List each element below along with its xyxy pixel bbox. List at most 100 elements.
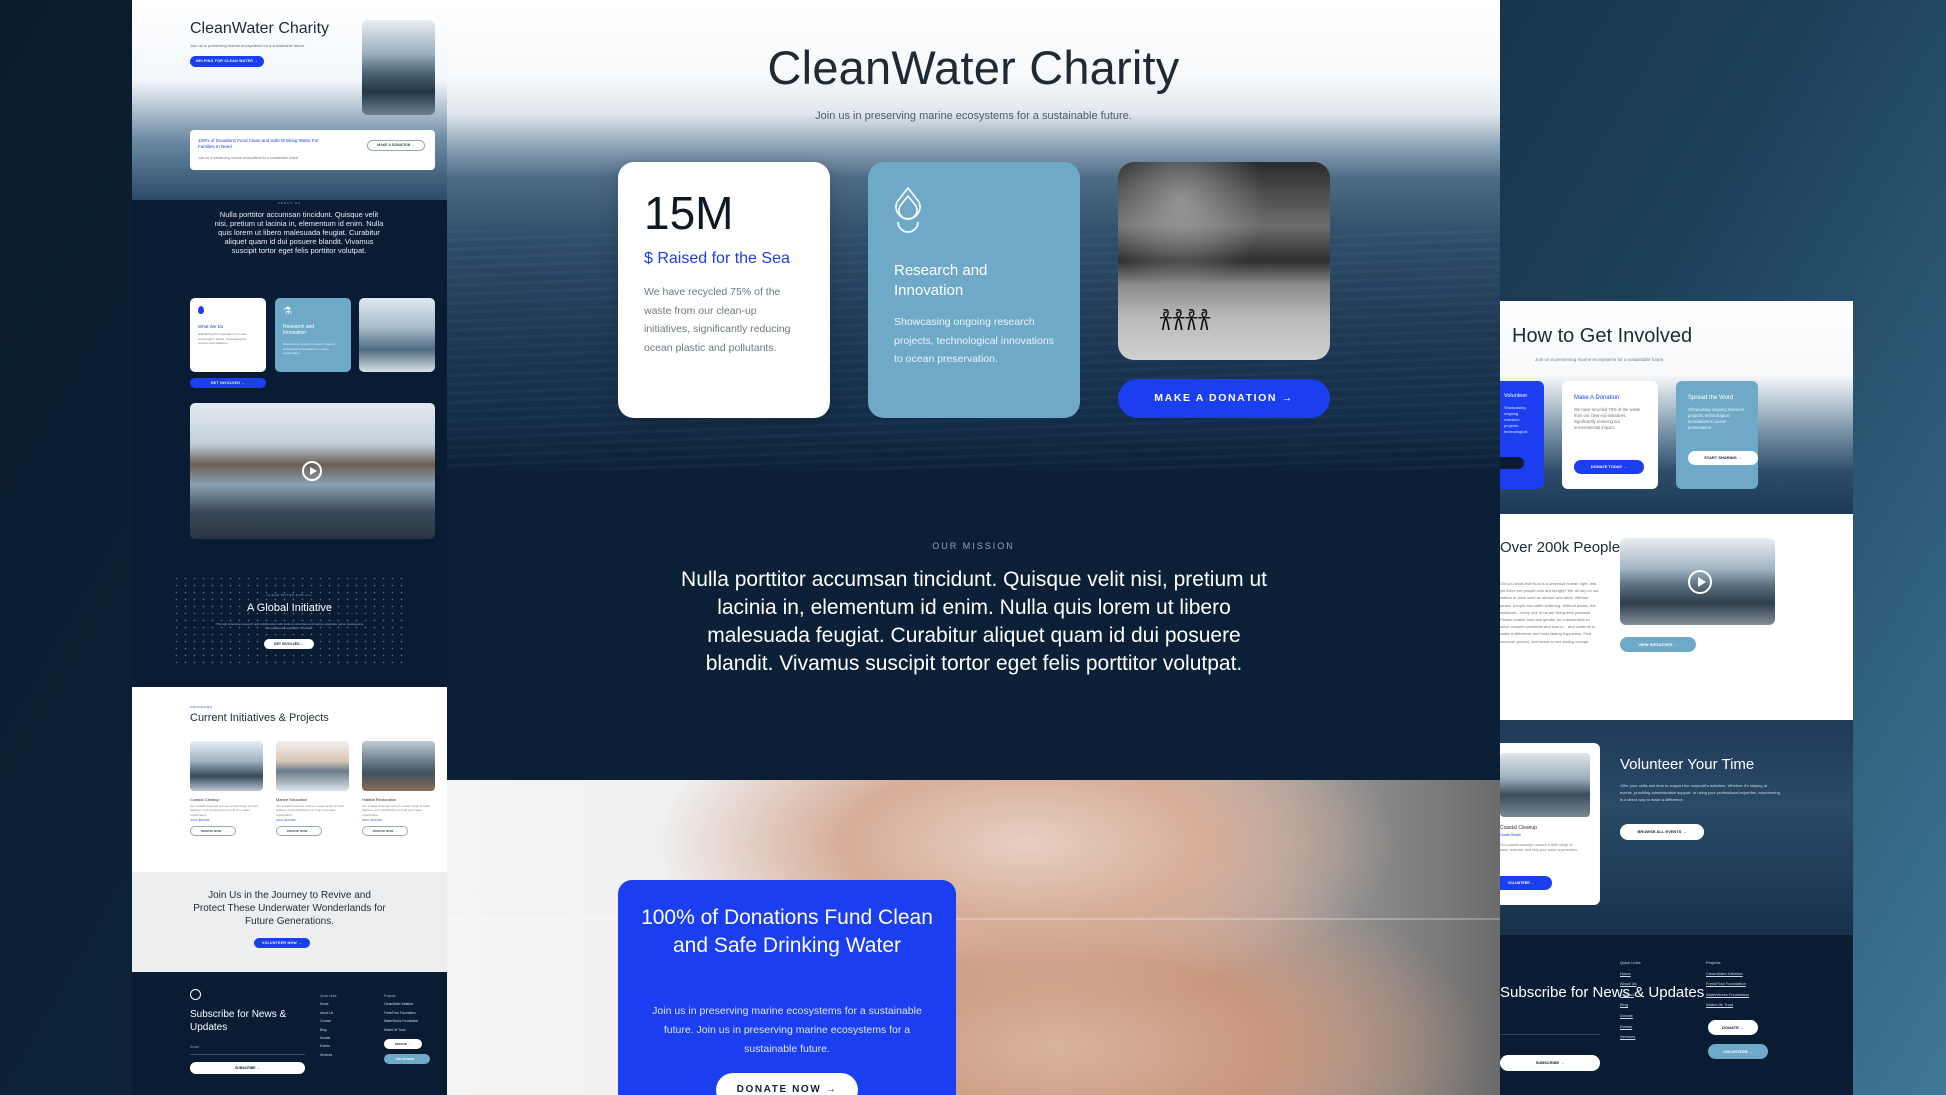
footer-link[interactable]: CleanWater Initiative bbox=[1706, 971, 1743, 976]
project-goal: GOAL: $100,000 bbox=[362, 819, 382, 823]
hands-photo bbox=[447, 780, 1500, 1095]
donate-today-button[interactable]: DONATE TODAY → bbox=[1574, 460, 1644, 474]
footer-link[interactable]: Services bbox=[1620, 1034, 1635, 1039]
footer-link[interactable]: CleanWater Initiative bbox=[384, 1000, 418, 1008]
left-email-field[interactable]: Email bbox=[190, 1045, 305, 1055]
footer-link[interactable]: Contact bbox=[320, 1017, 336, 1025]
involved-card-text: Showcasing ongoing research projects, te… bbox=[1504, 405, 1528, 434]
footer-link[interactable]: Contact bbox=[1620, 992, 1634, 997]
project-text: Our coastal cleanups remove a wide range… bbox=[190, 804, 259, 817]
footer-link[interactable]: WaterWorks Foundation bbox=[1706, 992, 1749, 997]
left-get-involved-button[interactable]: GET INVOLVED → bbox=[190, 378, 266, 388]
left-hero-subtitle: Join us in preserving marine ecosystems … bbox=[190, 43, 306, 48]
donate-now-button[interactable]: DONATE NOW → bbox=[716, 1073, 858, 1095]
view-initiatives-button[interactable]: VIEW INITIATIVES → bbox=[1620, 637, 1696, 652]
project-donate-button[interactable]: DONATE NOW → bbox=[276, 826, 322, 837]
left-donation-subtext: Join us in preserving marine ecosystems … bbox=[198, 156, 299, 160]
make-donation-button[interactable]: MAKE A DONATION → bbox=[1118, 379, 1330, 418]
browse-events-button[interactable]: BROWSE ALL EVENTS → bbox=[1620, 824, 1704, 840]
footer-link[interactable]: About Us bbox=[320, 1009, 336, 1017]
quick-links-heading: Quick Links bbox=[320, 994, 337, 998]
footer-link[interactable]: Events bbox=[320, 1042, 336, 1050]
left-hero-button[interactable]: HELPING FOR CLEAN WATER → bbox=[190, 56, 264, 67]
footer-link[interactable]: WaterLife Trust bbox=[384, 1026, 418, 1034]
right-footer-volunteer-button[interactable]: VOLUNTEER → bbox=[1708, 1044, 1768, 1059]
projects-heading: Projects bbox=[384, 994, 396, 998]
right-footer-donate-button[interactable]: DONATE → bbox=[1708, 1020, 1758, 1035]
left-donation-button[interactable]: MAKE A DONATION → bbox=[367, 140, 425, 151]
center-page-preview: CleanWater Charity Join us in preserving… bbox=[447, 0, 1500, 1095]
footer-link[interactable]: Events bbox=[1620, 1024, 1632, 1029]
left-global-title: A Global Initiative bbox=[247, 602, 332, 614]
footer-link[interactable]: Services bbox=[320, 1051, 336, 1059]
world-map-dots bbox=[172, 575, 407, 665]
get-involved-section: How to Get Involved Join us in preservin… bbox=[1500, 301, 1853, 514]
impact-video-thumbnail[interactable] bbox=[1620, 538, 1775, 625]
quick-links-heading: Quick Links bbox=[1620, 960, 1641, 965]
footer-link[interactable]: Donate bbox=[1620, 1013, 1633, 1018]
involved-card-donation: Make A Donation We have recycled 75% of … bbox=[1562, 381, 1658, 489]
right-projects-links: Projects CleanWater Initiative FreshFlow… bbox=[1706, 958, 1749, 1011]
research-text: Showcasing ongoing research projects, te… bbox=[894, 316, 1054, 366]
event-volunteer-button[interactable]: VOLUNTEER → bbox=[1500, 876, 1552, 890]
project-goal: GOAL: $100,000 bbox=[276, 819, 296, 823]
people-silhouettes: 𐀪𐀪𐀪𐀪 bbox=[1158, 306, 1212, 336]
footer-link[interactable]: Blog bbox=[1620, 1002, 1628, 1007]
footer-link[interactable]: Home bbox=[1620, 971, 1631, 976]
volunteer-title: Volunteer Your Time bbox=[1620, 756, 1755, 773]
footer-link[interactable]: WaterWorks Foundation bbox=[384, 1017, 418, 1025]
involved-card-spread: Spread the Word Showcasing ongoing resea… bbox=[1676, 381, 1758, 489]
footer-link[interactable]: About Us bbox=[1620, 981, 1636, 986]
involved-card-title: Make A Donation bbox=[1574, 395, 1620, 401]
left-card-text: Highlighting the importance of ocean con… bbox=[198, 332, 247, 345]
stat-number: 15M bbox=[644, 187, 734, 239]
footer-link[interactable]: FreshFlow Foundation bbox=[1706, 981, 1746, 986]
involved-card-button[interactable] bbox=[1500, 457, 1524, 469]
right-quick-links: Quick Links Home About Us Contact Blog D… bbox=[1620, 958, 1641, 1043]
impact-section: Over 200k People Make a Difference Did y… bbox=[1500, 514, 1853, 720]
right-page-preview: How to Get Involved Join us in preservin… bbox=[1500, 301, 1853, 1095]
project-text: Our coastal cleanups remove a wide range… bbox=[362, 804, 431, 817]
play-icon[interactable] bbox=[302, 461, 322, 481]
footer-link[interactable]: FreshFlow Foundation bbox=[384, 1009, 418, 1017]
involved-card-title: Volunteer bbox=[1504, 393, 1528, 399]
play-icon[interactable] bbox=[1688, 570, 1712, 594]
project-card: Coastal Cleanup Our coastal cleanups rem… bbox=[190, 741, 263, 837]
donation-card-title: 100% of Donations Fund Clean and Safe Dr… bbox=[641, 906, 933, 957]
event-image bbox=[1500, 753, 1590, 817]
footer-link[interactable]: Home bbox=[320, 1000, 336, 1008]
left-card-what-we-do: What We Do Highlighting the importance o… bbox=[190, 298, 266, 372]
project-donate-button[interactable]: DONATE NOW → bbox=[190, 826, 236, 837]
flask-icon: ⚗ bbox=[283, 306, 292, 317]
projects-heading: Projects bbox=[1706, 960, 1721, 965]
project-image bbox=[190, 741, 263, 791]
email-underline[interactable] bbox=[1500, 1034, 1600, 1035]
start-sharing-button[interactable]: START SHARING → bbox=[1688, 451, 1758, 465]
footer-link[interactable]: Donate bbox=[320, 1034, 336, 1042]
beach-photo: 𐀪𐀪𐀪𐀪 bbox=[1118, 162, 1330, 360]
footer-link[interactable]: Blog bbox=[320, 1026, 336, 1034]
left-global-button[interactable]: GET INVOLVED → bbox=[264, 639, 314, 649]
project-donate-button[interactable]: DONATE NOW → bbox=[362, 826, 408, 837]
project-image bbox=[362, 741, 435, 791]
stat-label: $ Raised for the Sea bbox=[644, 250, 790, 267]
left-volunteer-button[interactable]: VOLUNTEER NOW → bbox=[254, 938, 310, 948]
left-donation-text: 100% of Donations Fund Clean and Safe Dr… bbox=[198, 138, 319, 149]
left-footer-donate-button[interactable]: DONATE → bbox=[384, 1039, 422, 1049]
left-footer-volunteer-button[interactable]: VOLUNTEER → bbox=[384, 1054, 430, 1064]
event-card: Coastal Cleanup Ocean Beach Our coastal … bbox=[1500, 743, 1600, 905]
left-footer: Subscribe for News & Updates Email SUBSC… bbox=[132, 972, 447, 1095]
left-subscribe-button[interactable]: SUBSCRIBE → bbox=[190, 1062, 305, 1074]
photo-seam bbox=[447, 918, 1500, 920]
left-video-thumbnail[interactable] bbox=[190, 403, 435, 539]
research-title: Research and Innovation bbox=[894, 262, 988, 299]
stat-text: We have recycled 75% of the waste from o… bbox=[644, 286, 791, 355]
water-drop-layers-icon bbox=[895, 186, 921, 233]
left-hero-title: CleanWater Charity bbox=[190, 20, 330, 37]
left-card-image bbox=[359, 298, 435, 372]
footer-link[interactable]: WaterLife Trust bbox=[1706, 1002, 1733, 1007]
left-hero-image bbox=[362, 20, 435, 115]
right-subscribe-button[interactable]: SUBSCRIBE → bbox=[1500, 1055, 1600, 1071]
project-goal: GOAL: $100,000 bbox=[190, 819, 210, 823]
left-donation-bar: 100% of Donations Fund Clean and Safe Dr… bbox=[190, 130, 435, 170]
